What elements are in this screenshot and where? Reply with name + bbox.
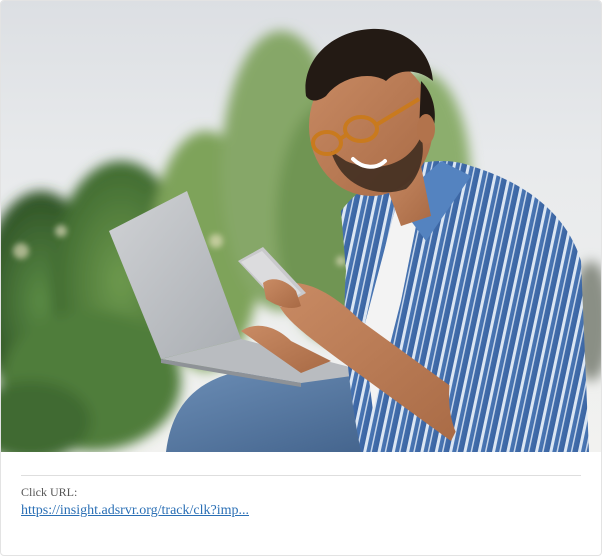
- ad-card: Click URL: https://insight.adsrvr.org/tr…: [0, 0, 602, 556]
- ad-photo-illustration: [1, 1, 601, 452]
- divider: [21, 475, 581, 476]
- click-url-label: Click URL:: [21, 485, 78, 499]
- click-url-link[interactable]: https://insight.adsrvr.org/track/clk?imp…: [21, 502, 249, 520]
- ad-creative-image[interactable]: [1, 1, 601, 452]
